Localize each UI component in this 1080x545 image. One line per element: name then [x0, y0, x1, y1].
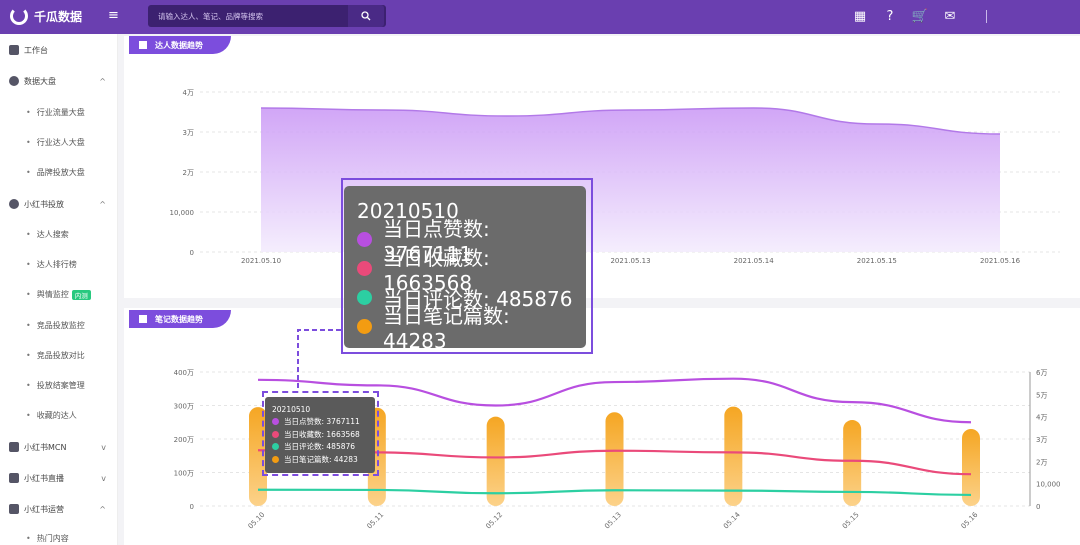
series-dot	[357, 319, 372, 334]
x-tick-label: 05.14	[722, 510, 742, 530]
tooltip-row: 当日收藏数: 1663568	[272, 428, 368, 441]
y2-tick-label: 6万	[1036, 369, 1047, 377]
y2-tick-label: 4万	[1036, 414, 1047, 422]
tooltip-date: 20210510	[272, 404, 311, 414]
series-dot	[357, 290, 372, 305]
chart-tooltip-zoomed: 20210510 当日点赞数: 3767111 当日收藏数: 1663568 当…	[344, 186, 586, 353]
tooltip-row: 当日评论数: 485876	[272, 441, 368, 454]
tooltip-row-label: 当日笔记篇数: 44283	[284, 454, 358, 464]
y-tick-label: 3万	[183, 129, 194, 137]
y-tick-label: 2万	[183, 169, 194, 177]
series-dot	[272, 455, 279, 463]
y2-tick-label: 5万	[1036, 391, 1047, 399]
y2-tick-label: 2万	[1036, 458, 1047, 466]
x-tick-label: 05.15	[841, 511, 861, 531]
series-dot	[272, 418, 279, 426]
x-tick-label: 2021.05.15	[857, 257, 897, 265]
y-tick-label: 300万	[174, 403, 194, 411]
y-tick-label: 0	[190, 503, 194, 511]
x-tick-label: 2021.05.10	[241, 257, 281, 265]
x-tick-label: 05.12	[484, 511, 504, 531]
y2-tick-label: 3万	[1036, 436, 1047, 444]
bar	[843, 420, 862, 506]
series-dot	[272, 430, 279, 438]
y-tick-label: 0	[190, 249, 194, 257]
tooltip-row-label: 当日评论数: 485876	[284, 442, 356, 452]
tooltip-row-label: 当日收藏数: 1663568	[284, 429, 360, 439]
x-tick-label: 2021.05.13	[610, 257, 650, 265]
tooltip-row: 当日笔记篇数: 44283	[357, 304, 573, 353]
series-dot	[272, 443, 279, 451]
tooltip-row: 当日笔记篇数: 44283	[272, 453, 368, 466]
y-tick-label: 10,000	[170, 209, 195, 217]
y-tick-label: 400万	[174, 369, 194, 377]
x-tick-label: 05.10	[247, 511, 267, 531]
chart-tooltip: 20210510 当日点赞数: 3767111 当日收藏数: 1663568 当…	[265, 397, 375, 473]
series-dot	[357, 232, 372, 247]
tooltip-row: 当日收藏数: 1663568	[357, 246, 573, 295]
bar	[605, 412, 624, 506]
tooltip-row-label: 当日笔记篇数: 44283	[383, 304, 510, 353]
y-tick-label: 200万	[174, 436, 194, 444]
y-tick-label: 4万	[183, 89, 194, 97]
x-tick-label: 05.11	[366, 511, 386, 531]
x-tick-label: 05.13	[603, 511, 623, 531]
y-tick-label: 100万	[174, 470, 194, 478]
x-tick-label: 05.16	[960, 510, 980, 530]
tooltip-row: 当日点赞数: 3767111	[272, 416, 368, 429]
series-dot	[357, 261, 372, 276]
tooltip-row-label: 当日点赞数: 3767111	[284, 417, 360, 427]
y2-tick-label: 10,000	[1036, 481, 1061, 489]
x-tick-label: 2021.05.16	[980, 257, 1021, 265]
x-tick-label: 2021.05.14	[734, 257, 775, 265]
y2-tick-label: 0	[1036, 503, 1040, 511]
